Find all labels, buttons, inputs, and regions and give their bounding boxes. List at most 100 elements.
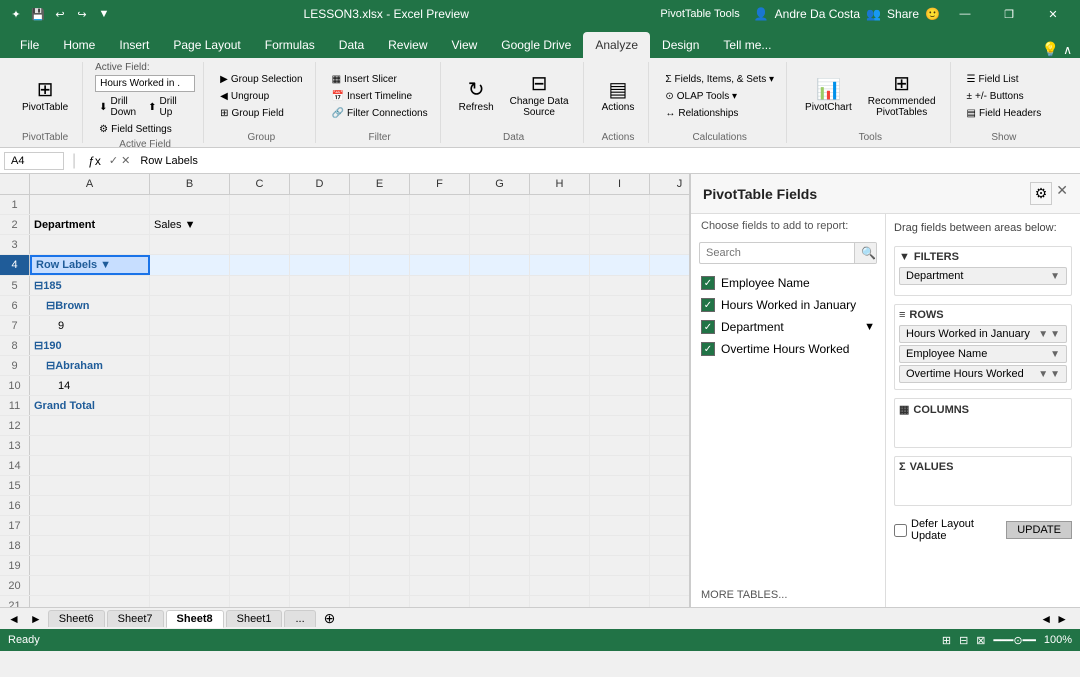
cell-f5[interactable] — [410, 276, 470, 295]
cell-c4[interactable] — [230, 255, 290, 275]
cell-c3[interactable] — [230, 235, 290, 254]
cell-i3[interactable] — [590, 235, 650, 254]
cell-i7[interactable] — [590, 316, 650, 335]
cell-j10[interactable] — [650, 376, 689, 395]
field-checkbox-hours[interactable]: ✓ — [701, 298, 715, 312]
cell-h10[interactable] — [530, 376, 590, 395]
cell-h7[interactable] — [530, 316, 590, 335]
cell-reference-input[interactable]: A4 — [4, 152, 64, 170]
undo-icon[interactable]: ↩ — [52, 6, 68, 22]
col-header-i[interactable]: I — [590, 174, 650, 194]
update-button[interactable]: UPDATE — [1006, 521, 1072, 539]
cell-b9[interactable] — [150, 356, 230, 375]
cell-d6[interactable] — [290, 296, 350, 315]
plusminus-buttons-button[interactable]: ± +/- Buttons — [963, 89, 1046, 104]
cell-g11[interactable] — [470, 396, 530, 415]
col-header-b[interactable]: B — [150, 174, 230, 194]
cell-a9[interactable]: ⊟Abraham — [30, 356, 150, 375]
pivot-field-department[interactable]: ✓ Department ▼ — [691, 316, 885, 338]
cell-i6[interactable] — [590, 296, 650, 315]
field-checkbox-overtime[interactable]: ✓ — [701, 342, 715, 356]
cell-c8[interactable] — [230, 336, 290, 355]
filter-chip-department[interactable]: Department ▼ — [899, 267, 1067, 285]
field-checkbox-employee[interactable]: ✓ — [701, 276, 715, 290]
cell-b3[interactable] — [150, 235, 230, 254]
tab-analyze[interactable]: Analyze — [583, 32, 650, 58]
cell-g1[interactable] — [470, 195, 530, 214]
grid-view-icon[interactable]: ⊞ — [942, 634, 951, 647]
tab-review[interactable]: Review — [376, 32, 439, 58]
cell-e2[interactable] — [350, 215, 410, 234]
customize-icon[interactable]: ▼ — [96, 6, 112, 22]
row-chip-hours[interactable]: Hours Worked in January ▼ ▼ — [899, 325, 1067, 343]
cell-i5[interactable] — [590, 276, 650, 295]
cell-h3[interactable] — [530, 235, 590, 254]
cell-g8[interactable] — [470, 336, 530, 355]
field-list-button[interactable]: ☰ Field List — [963, 72, 1046, 87]
group-field-button[interactable]: ⊞ Group Field — [216, 106, 306, 121]
zoom-slider[interactable]: ━━━⊙━━ — [994, 634, 1036, 647]
cell-c10[interactable] — [230, 376, 290, 395]
refresh-button[interactable]: ↻ Refresh — [453, 76, 500, 117]
cell-b4[interactable] — [150, 255, 230, 275]
cell-a11[interactable]: Grand Total — [30, 396, 150, 415]
filter-connections-button[interactable]: 🔗 Filter Connections — [328, 106, 432, 121]
cell-f7[interactable] — [410, 316, 470, 335]
cell-i9[interactable] — [590, 356, 650, 375]
pivot-field-hours-worked[interactable]: ✓ Hours Worked in January — [691, 294, 885, 316]
col-header-e[interactable]: E — [350, 174, 410, 194]
cell-a1[interactable] — [30, 195, 150, 214]
cell-d3[interactable] — [290, 235, 350, 254]
cell-h9[interactable] — [530, 356, 590, 375]
change-data-source-button[interactable]: ⊟ Change DataSource — [504, 70, 575, 122]
cell-f2[interactable] — [410, 215, 470, 234]
col-header-c[interactable]: C — [230, 174, 290, 194]
tab-page-layout[interactable]: Page Layout — [161, 32, 252, 58]
col-header-h[interactable]: H — [530, 174, 590, 194]
pivotchart-button[interactable]: 📊 PivotChart — [799, 76, 858, 117]
redo-icon[interactable]: ↪ — [74, 6, 90, 22]
cell-d11[interactable] — [290, 396, 350, 415]
cell-d8[interactable] — [290, 336, 350, 355]
cell-e5[interactable] — [350, 276, 410, 295]
add-sheet-button[interactable]: ⊕ — [318, 608, 342, 629]
close-button[interactable]: ✕ — [1034, 0, 1072, 28]
cell-h8[interactable] — [530, 336, 590, 355]
olap-tools-button[interactable]: ⊙ OLAP Tools ▾ — [661, 89, 778, 104]
cell-g5[interactable] — [470, 276, 530, 295]
cell-e9[interactable] — [350, 356, 410, 375]
scroll-right-icon[interactable]: ► — [1056, 612, 1068, 626]
cell-a2[interactable]: Department — [30, 215, 150, 234]
tab-data[interactable]: Data — [327, 32, 376, 58]
cell-h1[interactable] — [530, 195, 590, 214]
cell-d4[interactable] — [290, 255, 350, 275]
cell-a12[interactable] — [30, 416, 150, 435]
pivot-close-button[interactable]: ✕ — [1056, 182, 1068, 205]
cell-g7[interactable] — [470, 316, 530, 335]
help-icon[interactable]: 💡 — [1042, 41, 1059, 58]
pivot-search-input[interactable] — [700, 244, 854, 262]
cell-f6[interactable] — [410, 296, 470, 315]
tab-formulas[interactable]: Formulas — [253, 32, 327, 58]
tab-next-icon[interactable]: ► — [26, 612, 46, 626]
restore-button[interactable]: ❐ — [990, 0, 1028, 28]
cell-c6[interactable] — [230, 296, 290, 315]
tab-google-drive[interactable]: Google Drive — [489, 32, 583, 58]
tab-file[interactable]: File — [8, 32, 51, 58]
cell-a7[interactable]: 9 — [30, 316, 150, 335]
cell-i10[interactable] — [590, 376, 650, 395]
cell-a5[interactable]: ⊟185 — [30, 276, 150, 295]
group-selection-button[interactable]: ▶ Group Selection — [216, 72, 306, 87]
tab-more[interactable]: ... — [284, 610, 315, 627]
cell-d7[interactable] — [290, 316, 350, 335]
cell-j8[interactable] — [650, 336, 689, 355]
save-icon[interactable]: 💾 — [30, 6, 46, 22]
tab-sheet8[interactable]: Sheet8 — [166, 610, 224, 628]
cell-g4[interactable] — [470, 255, 530, 275]
cell-j9[interactable] — [650, 356, 689, 375]
cell-b8[interactable] — [150, 336, 230, 355]
cell-f8[interactable] — [410, 336, 470, 355]
cell-c11[interactable] — [230, 396, 290, 415]
field-headers-button[interactable]: ▤ Field Headers — [963, 106, 1046, 121]
tab-sheet1[interactable]: Sheet1 — [226, 610, 283, 627]
